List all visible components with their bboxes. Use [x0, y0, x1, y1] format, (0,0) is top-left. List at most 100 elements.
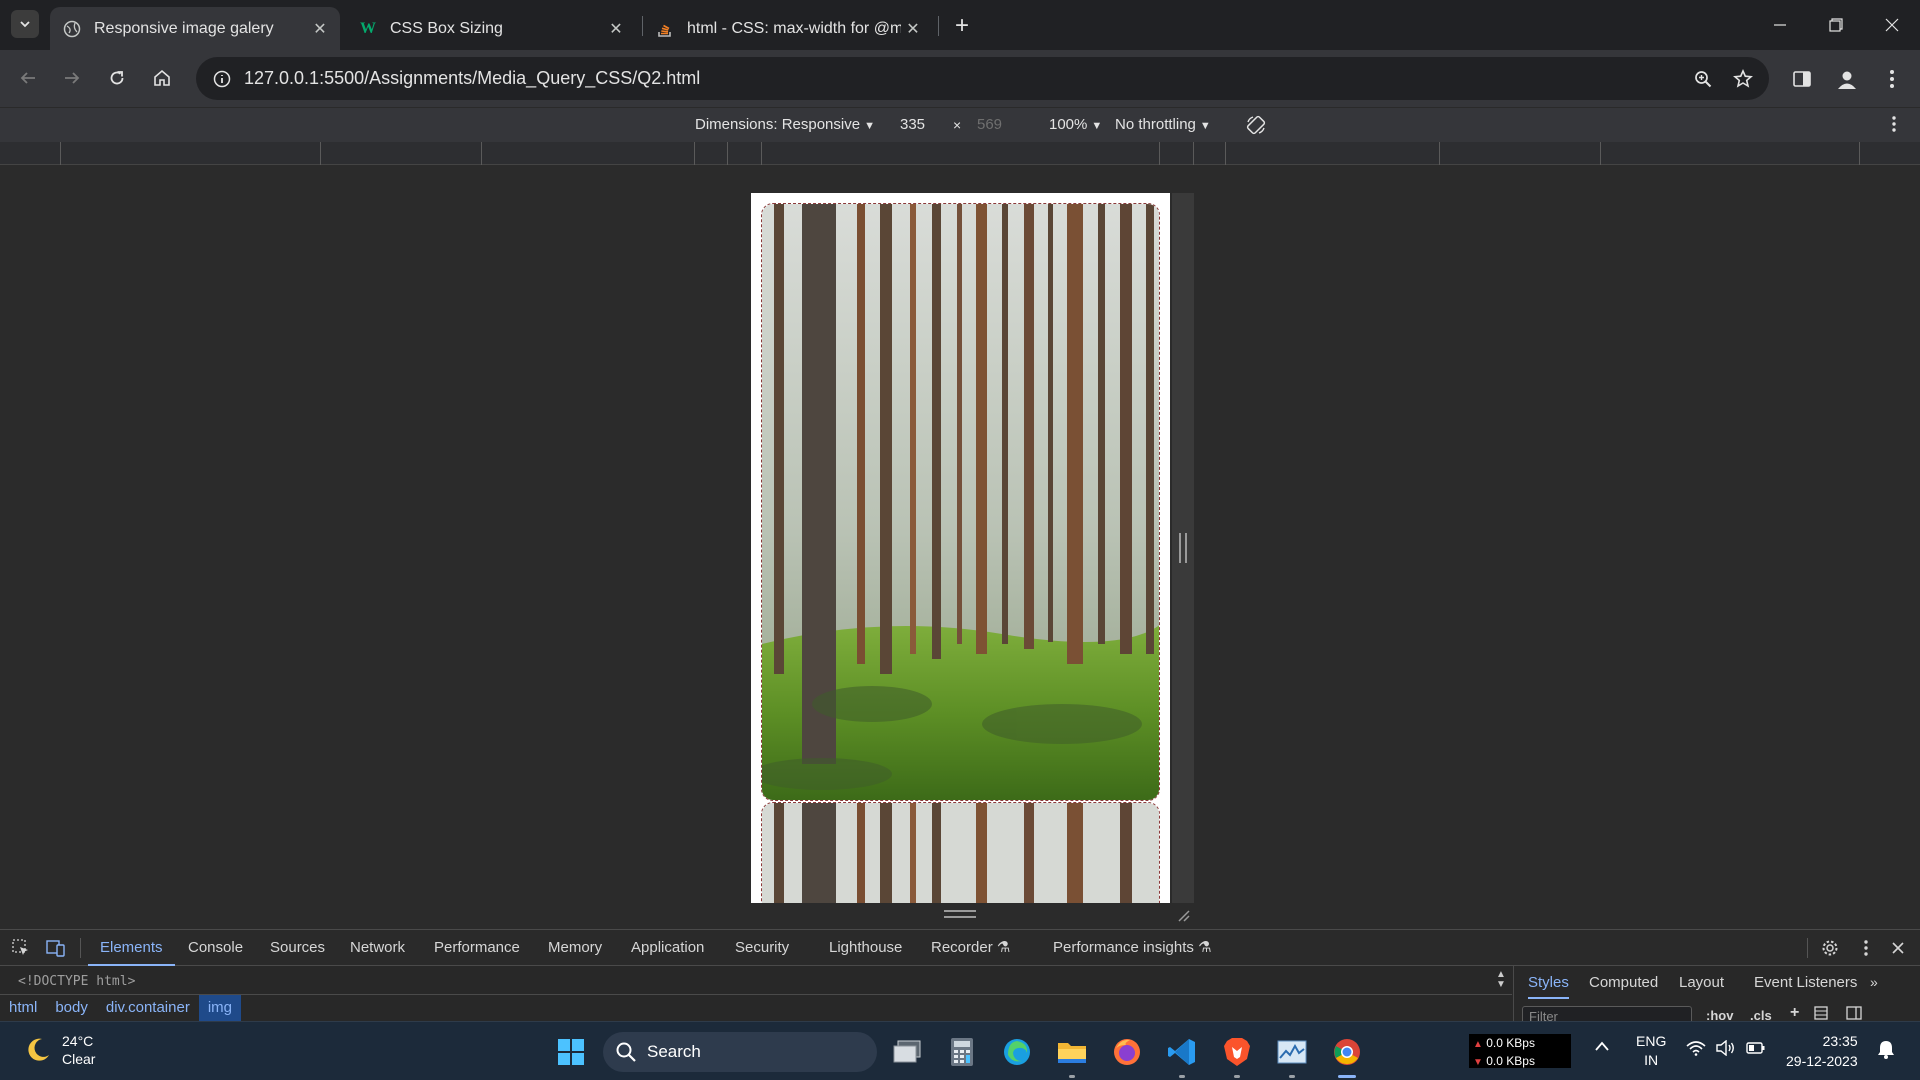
- weather-widget[interactable]: 24°C Clear: [22, 1032, 95, 1068]
- tab-elements[interactable]: Elements: [88, 930, 175, 966]
- tab-layout[interactable]: Layout: [1679, 974, 1724, 991]
- back-button[interactable]: [11, 61, 45, 95]
- tab-lighthouse[interactable]: Lighthouse: [829, 930, 902, 966]
- corner-resize-handle[interactable]: [1172, 905, 1194, 925]
- ruler-tick: [1159, 142, 1160, 165]
- notification-bell-icon[interactable]: [1877, 1039, 1895, 1063]
- zoom-dropdown[interactable]: 100% ▼: [1049, 116, 1102, 133]
- breadcrumb: html body div.container img: [0, 994, 1512, 1022]
- tab-memory[interactable]: Memory: [548, 930, 602, 966]
- tab-recorder[interactable]: Recorder ⚗: [931, 930, 1010, 966]
- width-input[interactable]: 335: [900, 116, 925, 133]
- firefox-icon[interactable]: [1107, 1032, 1147, 1072]
- ruler-tick: [727, 142, 728, 165]
- device-toolbar: Dimensions: Responsive ▼ 335 × 569 100% ▼ …: [0, 107, 1920, 142]
- side-panel-icon[interactable]: [1784, 61, 1820, 97]
- rotate-icon[interactable]: [1245, 114, 1267, 140]
- tab-search-button[interactable]: [11, 10, 39, 38]
- system-clock[interactable]: 23:35 29-12-2023: [1786, 1031, 1858, 1071]
- doctype-node[interactable]: <!DOCTYPE html>: [18, 974, 135, 989]
- zoom-label: 100%: [1049, 116, 1088, 133]
- zoom-icon[interactable]: [1683, 59, 1723, 99]
- volume-icon[interactable]: [1716, 1039, 1736, 1060]
- breadcrumb-html[interactable]: html: [0, 995, 46, 1022]
- vscode-icon[interactable]: [1162, 1032, 1202, 1072]
- bookmark-star-icon[interactable]: [1723, 59, 1763, 99]
- tab-console[interactable]: Console: [188, 930, 243, 966]
- language-label: ENG: [1636, 1033, 1667, 1049]
- close-window-button[interactable]: [1864, 0, 1920, 50]
- device-toggle-icon[interactable]: [44, 936, 68, 960]
- url-text[interactable]: 127.0.0.1:5500/Assignments/Media_Query_C…: [244, 68, 1683, 89]
- media-query-ruler[interactable]: [0, 142, 1920, 165]
- tab-styles[interactable]: Styles: [1528, 974, 1569, 999]
- new-tab-button[interactable]: +: [948, 12, 976, 40]
- close-icon[interactable]: ✕: [308, 17, 332, 41]
- settings-gear-icon[interactable]: [1818, 936, 1842, 960]
- height-resize-handle[interactable]: [944, 910, 976, 918]
- browser-toolbar: 127.0.0.1:5500/Assignments/Media_Query_C…: [0, 50, 1920, 107]
- tab-security[interactable]: Security: [735, 930, 789, 966]
- forward-button[interactable]: [55, 61, 89, 95]
- throttling-label: No throttling: [1115, 116, 1196, 133]
- close-devtools-icon[interactable]: [1886, 936, 1910, 960]
- language-indicator[interactable]: ENG IN: [1636, 1032, 1666, 1070]
- moon-icon: [28, 1038, 49, 1061]
- tab-css-box-sizing[interactable]: W CSS Box Sizing ✕: [346, 7, 636, 50]
- task-manager-icon[interactable]: [1272, 1032, 1312, 1072]
- minimize-button[interactable]: [1752, 0, 1808, 50]
- download-speed: 0.0 KBps: [1486, 1054, 1535, 1068]
- kebab-menu-icon[interactable]: [1874, 61, 1910, 97]
- profile-avatar-icon[interactable]: [1829, 61, 1865, 97]
- network-speed-widget: ▲ 0.0 KBps ▼ 0.0 KBps: [1469, 1034, 1571, 1068]
- scroll-arrows[interactable]: ▲ ▼: [1496, 970, 1506, 990]
- throttling-dropdown[interactable]: No throttling ▼: [1115, 116, 1211, 133]
- tab-network[interactable]: Network: [350, 930, 405, 966]
- running-indicator: [1289, 1075, 1295, 1078]
- tab-stackoverflow[interactable]: html - CSS: max-width for @me ✕: [643, 7, 933, 50]
- clock-time: 23:35: [1822, 1033, 1858, 1049]
- restore-button[interactable]: [1808, 0, 1864, 50]
- home-button[interactable]: [145, 61, 179, 95]
- inspect-element-icon[interactable]: [9, 936, 33, 960]
- battery-icon[interactable]: [1746, 1041, 1766, 1059]
- site-info-icon[interactable]: [202, 59, 242, 99]
- address-bar[interactable]: 127.0.0.1:5500/Assignments/Media_Query_C…: [196, 57, 1769, 100]
- task-view-icon[interactable]: [887, 1032, 927, 1072]
- gallery-image[interactable]: [761, 203, 1160, 801]
- breadcrumb-container[interactable]: div.container: [97, 995, 199, 1022]
- file-explorer-icon[interactable]: [1052, 1032, 1092, 1072]
- gallery-image[interactable]: [761, 802, 1160, 903]
- breadcrumb-body[interactable]: body: [46, 995, 97, 1022]
- taskbar-search[interactable]: Search: [603, 1032, 877, 1072]
- dimensions-dropdown[interactable]: Dimensions: Responsive ▼: [695, 116, 875, 133]
- tab-event-listeners[interactable]: Event Listeners: [1754, 974, 1857, 991]
- tab-computed[interactable]: Computed: [1589, 974, 1658, 991]
- devtools-menu-icon[interactable]: [1854, 936, 1878, 960]
- close-icon[interactable]: ✕: [901, 17, 925, 41]
- width-resize-handle[interactable]: [1172, 193, 1194, 903]
- calculator-icon[interactable]: [942, 1032, 982, 1072]
- edge-icon[interactable]: [997, 1032, 1037, 1072]
- add-rule-icon[interactable]: +: [1790, 1004, 1799, 1022]
- tab-responsive-gallery[interactable]: Responsive image galery ✕: [50, 7, 340, 50]
- wifi-icon[interactable]: [1686, 1040, 1706, 1060]
- tab-application[interactable]: Application: [631, 930, 704, 966]
- breadcrumb-img[interactable]: img: [198, 995, 241, 1022]
- brave-icon[interactable]: [1217, 1032, 1257, 1072]
- tab-sources[interactable]: Sources: [270, 930, 325, 966]
- windows-start-icon[interactable]: [551, 1032, 591, 1072]
- w3schools-icon: W: [360, 19, 376, 37]
- more-tabs-icon[interactable]: »: [1870, 974, 1878, 990]
- chrome-icon[interactable]: [1327, 1032, 1367, 1072]
- emulated-page[interactable]: [751, 193, 1170, 903]
- show-hidden-icons-icon[interactable]: [1594, 1039, 1610, 1056]
- tab-performance-insights[interactable]: Performance insights ⚗: [1053, 930, 1212, 966]
- close-icon[interactable]: ✕: [604, 17, 628, 41]
- tab-title: Responsive image galery: [94, 19, 274, 37]
- device-toolbar-menu-icon[interactable]: [1891, 115, 1897, 137]
- tab-performance[interactable]: Performance: [434, 930, 520, 966]
- height-input[interactable]: 569: [977, 116, 1002, 133]
- region-label: IN: [1644, 1052, 1659, 1068]
- reload-button[interactable]: [100, 61, 134, 95]
